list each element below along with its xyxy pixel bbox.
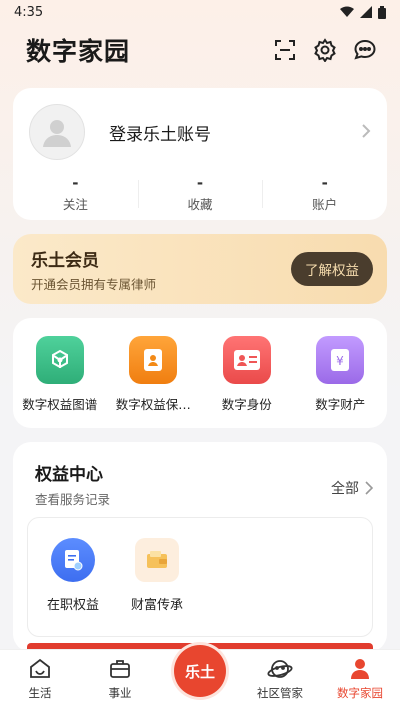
stat-label: 关注 — [62, 197, 88, 212]
rights-item-employment[interactable]: 在职权益 — [44, 538, 102, 636]
stat-label: 账户 — [312, 197, 338, 212]
tab-label: 事业 — [108, 686, 132, 700]
member-subtitle: 开通会员拥有专属律师 — [31, 276, 157, 292]
scan-icon[interactable] — [272, 37, 298, 63]
rights-item-label: 财富传承 — [130, 598, 183, 613]
profile-card: 登录乐土账号 - 关注 - 收藏 - 账户 — [13, 88, 387, 220]
tab-life[interactable]: 生活 — [0, 657, 80, 701]
tab-home-logo[interactable]: 乐土 — [160, 645, 240, 701]
stat-account[interactable]: - 账户 — [262, 174, 387, 213]
rights-item-label: 在职权益 — [46, 598, 99, 613]
feature-rights-protection[interactable]: 数字权益保… — [107, 336, 201, 428]
member-title: 乐土会员 — [31, 250, 99, 271]
yen-card-icon: ¥ — [316, 336, 365, 384]
contact-card-icon — [129, 336, 178, 384]
battery-icon — [378, 5, 386, 19]
gear-icon[interactable] — [312, 37, 338, 63]
learn-benefits-button[interactable]: 了解权益 — [291, 252, 373, 286]
bottom-tab-bar: 生活 事业 乐土 社区管家 数字家园 — [0, 645, 400, 711]
document-icon — [51, 538, 95, 582]
stats-row: - 关注 - 收藏 - 账户 — [13, 174, 387, 213]
wifi-icon — [340, 6, 354, 17]
features-grid: 数字权益图谱 数字权益保… 数字身份 ¥ 数字财产 — [13, 318, 387, 428]
feature-label: 数字权益保… — [115, 397, 191, 412]
feature-label: 数字权益图谱 — [22, 397, 98, 412]
status-time: 4:35 — [14, 4, 44, 20]
planet-icon — [267, 657, 293, 681]
avatar — [29, 104, 85, 160]
id-card-icon — [222, 336, 271, 384]
page-title: 数字家园 — [26, 37, 131, 66]
stat-value: - — [321, 174, 328, 192]
message-icon[interactable] — [352, 37, 378, 63]
rights-item-wealth[interactable]: 财富传承 — [128, 538, 186, 636]
status-bar: 4:35 — [0, 0, 400, 24]
app-header: 数字家园 — [0, 24, 400, 76]
tab-label: 社区管家 — [257, 686, 303, 700]
feature-label: 数字财产 — [315, 397, 366, 412]
stat-label: 收藏 — [187, 197, 213, 212]
center-logo: 乐土 — [174, 645, 226, 697]
feature-digital-property[interactable]: ¥ 数字财产 — [294, 336, 388, 428]
wallet-icon — [135, 538, 179, 582]
graph-icon — [35, 336, 84, 384]
rights-items: 在职权益 财富传承 — [27, 517, 373, 637]
tab-label: 数字家园 — [337, 686, 383, 700]
view-all-link[interactable]: 全部 — [331, 468, 373, 508]
smile-house-icon — [28, 657, 52, 681]
chevron-right-icon — [361, 120, 371, 144]
stat-value: - — [196, 174, 204, 192]
view-all-label: 全部 — [331, 481, 359, 497]
signal-icon — [360, 6, 372, 18]
rights-center-card: 权益中心 查看服务记录 全部 在职权益 财富传承 — [13, 442, 387, 652]
tab-community[interactable]: 社区管家 — [240, 657, 320, 701]
chevron-right-icon — [365, 481, 373, 495]
stat-value: - — [72, 174, 79, 192]
tab-digital-home[interactable]: 数字家园 — [320, 657, 400, 701]
svg-text:¥: ¥ — [336, 354, 344, 368]
feature-digital-identity[interactable]: 数字身份 — [200, 336, 294, 428]
user-placeholder-icon — [43, 120, 71, 147]
stat-follow[interactable]: - 关注 — [13, 174, 138, 213]
rights-title: 权益中心 — [35, 465, 103, 485]
person-icon — [349, 657, 371, 681]
feature-label: 数字身份 — [221, 397, 272, 412]
briefcase-icon — [108, 657, 132, 681]
tab-label: 生活 — [28, 686, 52, 700]
status-icons — [340, 5, 386, 19]
member-card[interactable]: 乐土会员 开通会员拥有专属律师 了解权益 — [13, 234, 387, 304]
login-label: 登录乐土账号 — [109, 124, 211, 145]
tab-career[interactable]: 事业 — [80, 657, 160, 701]
login-row[interactable]: 登录乐土账号 — [13, 88, 387, 160]
feature-rights-graph[interactable]: 数字权益图谱 — [13, 336, 107, 428]
rights-subtitle: 查看服务记录 — [35, 492, 111, 507]
stat-favorites[interactable]: - 收藏 — [137, 174, 263, 213]
